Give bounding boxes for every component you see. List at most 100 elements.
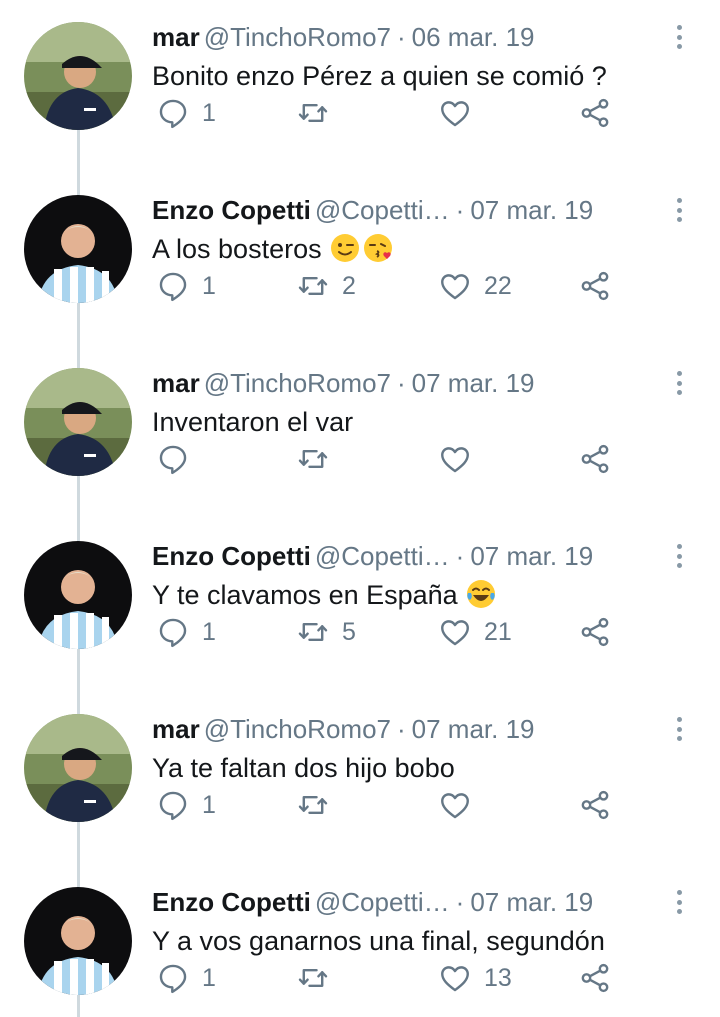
author-name[interactable]: mar (152, 22, 200, 52)
like-button[interactable] (438, 442, 484, 476)
more-options-icon[interactable] (668, 22, 690, 52)
tweet-date[interactable]: 07 mar. 19 (470, 541, 593, 571)
heart-icon (441, 101, 469, 127)
tweet[interactable]: mar @TinchoRomo7 · 07 mar. 19 Inventaron el… (0, 346, 720, 519)
retweet-button[interactable]: 2 (296, 269, 356, 303)
author-handle[interactable]: @TinchoRomo7 (204, 714, 391, 744)
tweet-text-body: A los bosteros (152, 234, 322, 264)
reply-button[interactable]: 1 (156, 788, 216, 822)
tweet-date[interactable]: 07 mar. 19 (470, 887, 593, 917)
avatar[interactable] (24, 714, 132, 822)
tweet[interactable]: Enzo Copetti @Copetti… · 07 mar. 19 Y te cl… (0, 519, 720, 692)
reply-button[interactable]: 1 (156, 961, 216, 995)
enzo-avatar-image (24, 195, 132, 303)
tweet-text: Bonito enzo Pérez a quien se comió ? (152, 58, 692, 94)
separator: · (455, 195, 465, 225)
avatar[interactable] (24, 22, 132, 130)
mar-avatar-image (24, 368, 132, 476)
author-handle[interactable]: @TinchoRomo7 (204, 368, 391, 398)
share-icon (581, 963, 609, 993)
retweet-count: 5 (342, 617, 356, 646)
separator: · (455, 887, 465, 917)
tweet-header: mar @TinchoRomo7 · 07 mar. 19 (152, 366, 672, 400)
author-handle[interactable]: @Copetti… (315, 539, 450, 573)
retweet-icon (298, 969, 328, 987)
share-icon (581, 98, 609, 128)
enzo-avatar-image (24, 887, 132, 995)
tears-of-joy-emoji (466, 579, 496, 609)
retweet-button[interactable] (296, 96, 342, 130)
share-button[interactable] (578, 788, 612, 822)
author-name[interactable]: Enzo Copetti (152, 541, 311, 571)
tweet-text-body: Ya te faltan dos hijo bobo (152, 753, 455, 783)
avatar[interactable] (24, 195, 132, 303)
reply-icon (159, 272, 187, 302)
more-options-icon[interactable] (668, 368, 690, 398)
reply-count: 1 (202, 963, 216, 992)
reply-button[interactable]: 1 (156, 615, 216, 649)
reply-icon (159, 964, 187, 994)
mar-avatar-image (24, 22, 132, 130)
like-button[interactable] (438, 96, 484, 130)
share-icon (581, 271, 609, 301)
reply-button[interactable]: 1 (156, 269, 216, 303)
tweet-text: Y a vos ganarnos una final, segundón (152, 923, 692, 959)
tweet-header: mar @TinchoRomo7 · 06 mar. 19 (152, 20, 672, 54)
more-options-icon[interactable] (668, 714, 690, 744)
share-button[interactable] (578, 269, 612, 303)
separator: · (396, 22, 406, 52)
like-button[interactable]: 21 (438, 615, 512, 649)
tweet[interactable]: Enzo Copetti @Copetti… · 07 mar. 19 A los b… (0, 173, 720, 346)
like-button[interactable] (438, 788, 484, 822)
tweet-date[interactable]: 07 mar. 19 (412, 368, 535, 398)
retweet-button[interactable] (296, 788, 342, 822)
tweet-date[interactable]: 07 mar. 19 (412, 714, 535, 744)
tweet-text-body: Inventaron el var (152, 407, 354, 437)
like-button[interactable]: 22 (438, 269, 512, 303)
tweet-date[interactable]: 07 mar. 19 (470, 195, 593, 225)
tweet-header: Enzo Copetti @Copetti… · 07 mar. 19 (152, 885, 672, 919)
tweet[interactable]: mar @TinchoRomo7 · 06 mar. 19 Bonito enzo P… (0, 0, 720, 173)
more-options-icon[interactable] (668, 195, 690, 225)
like-button[interactable]: 13 (438, 961, 512, 995)
author-handle[interactable]: @Copetti… (315, 193, 450, 227)
avatar[interactable] (24, 887, 132, 995)
like-count: 21 (484, 617, 512, 646)
retweet-button[interactable]: 5 (296, 615, 356, 649)
tweet-date[interactable]: 06 mar. 19 (412, 22, 535, 52)
author-name[interactable]: mar (152, 368, 200, 398)
author-handle[interactable]: @TinchoRomo7 (204, 22, 391, 52)
reply-button[interactable] (156, 442, 202, 476)
heart-icon (441, 447, 469, 473)
more-options-icon[interactable] (668, 887, 690, 917)
mar-avatar-image (24, 714, 132, 822)
retweet-icon (298, 623, 328, 641)
tweet-text: A los bosteros (152, 231, 692, 267)
separator: · (455, 541, 465, 571)
reply-count: 1 (202, 271, 216, 300)
share-button[interactable] (578, 615, 612, 649)
share-button[interactable] (578, 96, 612, 130)
author-name[interactable]: Enzo Copetti (152, 887, 311, 917)
tweet-text: Inventaron el var (152, 404, 692, 440)
retweet-icon (298, 796, 328, 814)
avatar[interactable] (24, 368, 132, 476)
heart-icon (441, 793, 469, 819)
tweet[interactable]: Enzo Copetti @Copetti… · 07 mar. 19 Y a vos… (0, 865, 720, 1017)
reply-button[interactable]: 1 (156, 96, 216, 130)
author-handle[interactable]: @Copetti… (315, 885, 450, 919)
reply-icon (159, 618, 187, 648)
retweet-button[interactable] (296, 442, 342, 476)
share-button[interactable] (578, 442, 612, 476)
tweet[interactable]: mar @TinchoRomo7 · 07 mar. 19 Ya te faltan … (0, 692, 720, 865)
tweet-text-body: Y te clavamos en España (152, 580, 458, 610)
tweet-header: mar @TinchoRomo7 · 07 mar. 19 (152, 712, 672, 746)
author-name[interactable]: Enzo Copetti (152, 195, 311, 225)
heart-icon (441, 966, 469, 992)
avatar[interactable] (24, 541, 132, 649)
reply-count: 1 (202, 790, 216, 819)
more-options-icon[interactable] (668, 541, 690, 571)
share-button[interactable] (578, 961, 612, 995)
retweet-button[interactable] (296, 961, 342, 995)
author-name[interactable]: mar (152, 714, 200, 744)
